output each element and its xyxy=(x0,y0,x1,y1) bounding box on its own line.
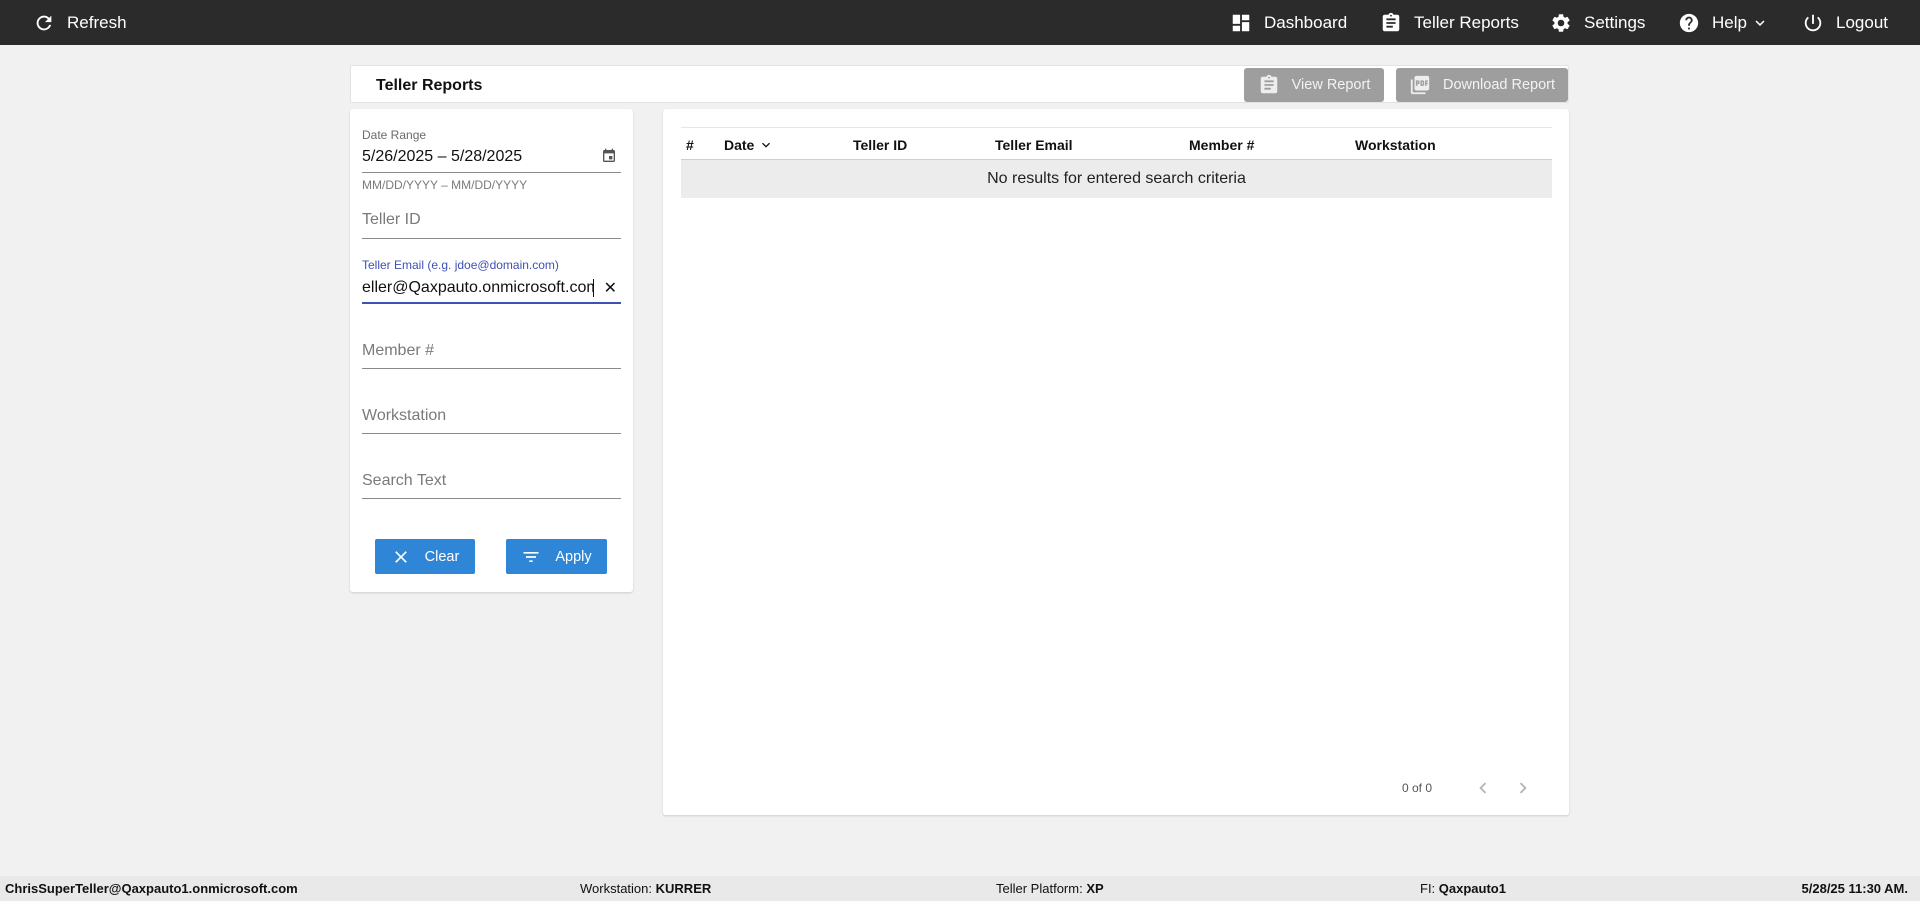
apply-label: Apply xyxy=(555,548,592,565)
power-icon xyxy=(1804,14,1822,31)
refresh-icon xyxy=(36,15,52,30)
date-range-value: 5/26/2025 – 5/28/2025 xyxy=(362,148,523,165)
empty-results-message: No results for entered search criteria xyxy=(681,160,1552,198)
member-number-input[interactable]: Member # xyxy=(362,342,621,378)
nav-logout[interactable]: Logout xyxy=(1802,0,1888,45)
search-text-placeholder: Search Text xyxy=(362,472,447,489)
results-panel: # Date Teller ID Teller Email Member # W… xyxy=(663,109,1569,815)
workstation-underline xyxy=(362,433,621,434)
date-range-field[interactable]: Date Range 5/26/2025 – 5/28/2025 xyxy=(362,128,621,183)
filter-panel: Date Range 5/26/2025 – 5/28/2025 MM/DD/Y… xyxy=(350,109,633,592)
column-header-teller-id: Teller ID xyxy=(853,137,908,153)
clipboard-icon xyxy=(1382,12,1400,31)
member-number-placeholder: Member # xyxy=(362,342,435,359)
nav-teller-reports[interactable]: Teller Reports xyxy=(1380,0,1519,45)
view-report-button[interactable]: View Report xyxy=(1244,68,1384,102)
nav-settings-label: Settings xyxy=(1584,12,1646,32)
column-header-date[interactable]: Date xyxy=(724,137,774,153)
help-icon xyxy=(1679,13,1699,32)
nav-help-label: Help xyxy=(1712,12,1747,32)
refresh-label: Refresh xyxy=(67,12,127,32)
chevron-down-icon xyxy=(762,142,771,148)
nav-teller-reports-label: Teller Reports xyxy=(1414,12,1519,32)
clipboard-icon xyxy=(1260,74,1277,94)
member-number-underline xyxy=(362,368,621,369)
footer-platform: Teller Platform: XP xyxy=(996,881,1104,896)
workstation-placeholder: Workstation xyxy=(362,407,447,424)
footer-user: ChrisSuperTeller@Qaxpauto1.onmicrosoft.c… xyxy=(5,881,298,896)
workstation-input[interactable]: Workstation xyxy=(362,407,621,443)
page-header: Teller Reports View Report Download Repo… xyxy=(350,65,1569,103)
pager-count: 0 of 0 xyxy=(1402,781,1433,795)
top-navbar: Refresh Dashboard Teller Reports Setting… xyxy=(0,0,1920,45)
date-range-hint: MM/DD/YYYY – MM/DD/YYYY xyxy=(362,178,528,192)
clear-button[interactable]: Clear xyxy=(375,539,475,574)
chevron-right-icon xyxy=(1519,782,1527,794)
close-icon[interactable]: ✕ xyxy=(604,278,617,298)
close-icon xyxy=(394,550,407,563)
date-range-label: Date Range xyxy=(362,128,427,142)
filter-icon xyxy=(523,551,539,562)
nav-help[interactable]: Help xyxy=(1678,0,1769,45)
column-header-number: # xyxy=(686,137,694,153)
search-text-underline xyxy=(362,498,621,499)
column-header-teller-email: Teller Email xyxy=(995,137,1073,153)
search-text-input[interactable]: Search Text xyxy=(362,472,621,508)
nav-dashboard-label: Dashboard xyxy=(1264,12,1348,32)
gear-icon xyxy=(1552,13,1570,32)
teller-email-input[interactable]: Teller Email (e.g. jdoe@domain.com) elle… xyxy=(362,258,621,313)
apply-button[interactable]: Apply xyxy=(506,539,607,574)
footer-fi: FI: Qaxpauto1 xyxy=(1420,881,1506,896)
nav-settings[interactable]: Settings xyxy=(1550,0,1645,45)
teller-id-input[interactable]: Teller ID xyxy=(362,211,621,247)
dashboard-icon xyxy=(1232,14,1250,31)
page-title: Teller Reports xyxy=(376,77,483,94)
teller-id-placeholder: Teller ID xyxy=(362,211,421,228)
calendar-icon[interactable] xyxy=(601,148,617,164)
pdf-icon xyxy=(1410,75,1430,95)
date-range-underline xyxy=(362,172,621,173)
next-page-button[interactable] xyxy=(1512,777,1534,799)
footer-workstation: Workstation: KURRER xyxy=(580,881,712,896)
table-header: # Date Teller ID Teller Email Member # W… xyxy=(681,127,1552,160)
view-report-label: View Report xyxy=(1291,77,1371,93)
clear-label: Clear xyxy=(424,548,460,565)
column-header-workstation: Workstation xyxy=(1355,137,1436,153)
download-report-button[interactable]: Download Report xyxy=(1396,68,1568,102)
previous-page-button[interactable] xyxy=(1472,777,1494,799)
footer-datetime: 5/28/25 11:30 AM. xyxy=(1801,881,1908,896)
chevron-down-icon xyxy=(1755,19,1765,26)
nav-logout-label: Logout xyxy=(1836,12,1888,32)
teller-email-underline xyxy=(362,302,621,304)
status-bar: ChrisSuperTeller@Qaxpauto1.onmicrosoft.c… xyxy=(0,876,1920,901)
teller-email-label: Teller Email (e.g. jdoe@domain.com) xyxy=(362,258,559,272)
teller-email-value: eller@Qaxpauto.onmicrosoft.com xyxy=(362,279,594,297)
teller-id-underline xyxy=(362,238,621,239)
nav-dashboard[interactable]: Dashboard xyxy=(1230,0,1347,45)
refresh-button[interactable]: Refresh xyxy=(33,0,127,45)
chevron-left-icon xyxy=(1479,782,1487,794)
download-report-label: Download Report xyxy=(1442,77,1556,93)
column-header-member-number: Member # xyxy=(1189,137,1255,153)
